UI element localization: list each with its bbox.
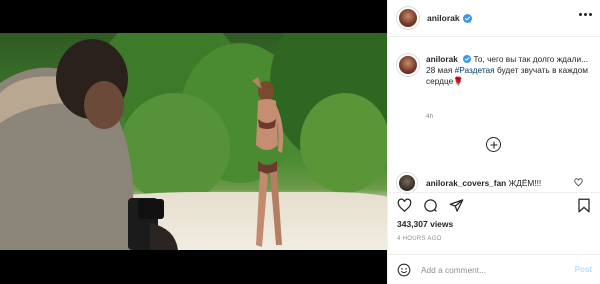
view-count[interactable]: 343,307 views <box>397 219 453 229</box>
comments-area: anilorak То, чего вы так долго ждали... … <box>388 38 600 193</box>
share-icon[interactable] <box>449 198 464 213</box>
post-header: anilorak <box>388 0 600 37</box>
rose-emoji: 🌹 <box>453 76 464 86</box>
plus-circle-icon <box>490 141 497 148</box>
post-side-panel: anilorak anilorak То, чего вы так долго … <box>387 0 600 284</box>
photographer-figure <box>0 39 178 250</box>
comment-body: ЖДЁМ!!! <box>508 178 542 188</box>
caption-timestamp: 4h <box>426 113 434 120</box>
caption-line-2-prefix: 28 мая <box>426 65 455 75</box>
verified-badge-icon <box>462 13 472 23</box>
caption-username[interactable]: anilorak <box>426 54 458 64</box>
bookmark-icon[interactable] <box>577 198 591 213</box>
post-time[interactable]: 4 HOURS AGO <box>397 236 442 242</box>
comment-input[interactable] <box>421 264 561 275</box>
post-comment-button[interactable]: Post <box>575 265 592 274</box>
header-username[interactable]: anilorak <box>427 13 460 23</box>
comment-like-heart-icon[interactable] <box>574 178 583 187</box>
action-bar <box>388 192 600 216</box>
heart-icon[interactable] <box>397 198 412 213</box>
avatar[interactable] <box>397 7 419 29</box>
foliage <box>300 93 387 193</box>
comment-text: anilorak_covers_fan ЖДЁМ!!! <box>426 178 541 188</box>
caption: anilorak То, чего вы так долго ждали... … <box>397 54 593 87</box>
caption-line-1: То, чего вы так долго ждали... <box>473 54 589 64</box>
caption-text: anilorak То, чего вы так долго ждали... … <box>426 54 591 87</box>
hashtag-link[interactable]: #Раздетая <box>455 65 495 75</box>
smiley-icon[interactable] <box>397 263 411 277</box>
comment-username[interactable]: anilorak_covers_fan <box>426 178 506 188</box>
load-more-comments-button[interactable] <box>486 137 501 152</box>
comment-icon[interactable] <box>423 198 438 213</box>
add-comment-bar: Post <box>388 254 600 284</box>
more-dots-icon[interactable] <box>579 13 592 16</box>
commenter-avatar[interactable] <box>397 173 417 193</box>
model-figure <box>252 77 284 247</box>
caption-avatar[interactable] <box>397 54 419 76</box>
media-panel <box>0 0 387 284</box>
video-player[interactable] <box>0 33 387 250</box>
comment-item: anilorak_covers_fan ЖДЁМ!!! <box>397 173 593 193</box>
verified-badge-icon <box>463 55 472 63</box>
